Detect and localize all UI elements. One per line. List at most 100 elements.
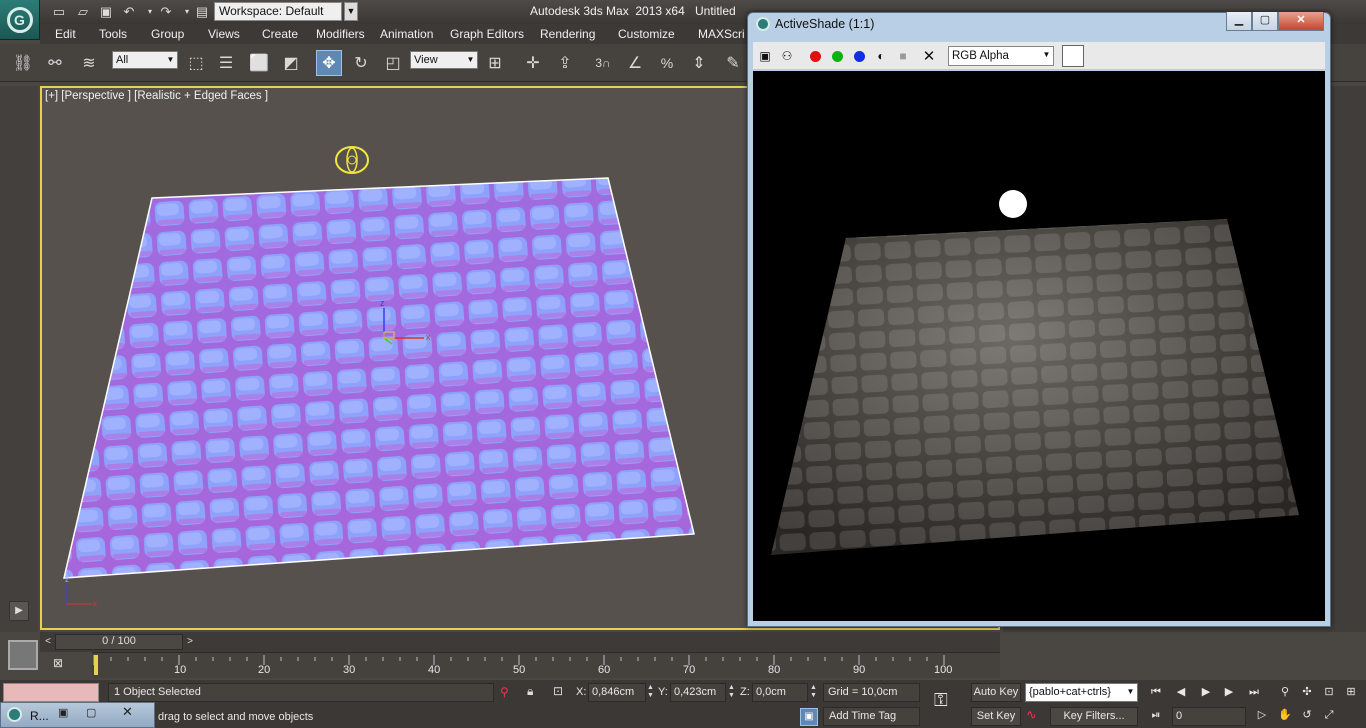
selection-filter-select[interactable]: All ▼ bbox=[112, 51, 178, 69]
x-spinner-icon[interactable]: ▲ ▼ bbox=[647, 684, 655, 701]
rotate-icon[interactable]: ↻ bbox=[348, 50, 374, 76]
light-gizmo[interactable] bbox=[335, 146, 369, 174]
set-key-mode-icon[interactable]: ⚿ bbox=[934, 690, 962, 714]
restore-icon[interactable]: ▣ bbox=[58, 706, 72, 720]
workspace-dropdown-icon[interactable]: ▼ bbox=[344, 2, 358, 21]
adaptive-degradation-icon[interactable]: ▣ bbox=[800, 708, 818, 726]
mini-curve-editor-toggle[interactable] bbox=[8, 640, 38, 670]
green-channel-toggle[interactable] bbox=[828, 47, 846, 65]
reference-coordinate-select[interactable]: View ▼ bbox=[410, 51, 478, 69]
maximize-viewport-icon[interactable]: ⤢ bbox=[1320, 707, 1338, 724]
maximize-icon[interactable]: ▢ bbox=[86, 706, 100, 720]
key-tangent-icon[interactable]: ∿ bbox=[1026, 707, 1048, 726]
lock-selection-icon[interactable]: 🔒︎ bbox=[527, 684, 533, 699]
y-spinner-icon[interactable]: ▲ ▼ bbox=[728, 684, 736, 701]
play-animation-icon[interactable]: ▶ bbox=[1197, 684, 1215, 701]
clear-icon[interactable]: ✕ bbox=[920, 47, 938, 65]
viewport-label[interactable]: [+] [Perspective ] [Realistic + Edged Fa… bbox=[45, 90, 268, 102]
select-object-icon[interactable]: ⬚ bbox=[183, 50, 209, 76]
selection-set-select[interactable]: {pablo+cat+ctrls} ▼ bbox=[1025, 683, 1138, 702]
move-icon[interactable]: ✥ bbox=[316, 50, 342, 76]
menu-create[interactable]: Create bbox=[262, 27, 298, 41]
previous-frame-icon[interactable]: ◀ bbox=[1172, 684, 1190, 701]
close-button[interactable]: ✕ bbox=[1278, 12, 1324, 31]
redo-icon[interactable]: ↷ bbox=[157, 3, 175, 20]
field-of-view-icon[interactable]: ▷ bbox=[1253, 707, 1271, 724]
monochrome-icon[interactable]: ■ bbox=[894, 47, 912, 65]
open-file-icon[interactable]: ▱ bbox=[74, 3, 92, 20]
select-manipulate-icon[interactable]: ✛ bbox=[520, 50, 546, 76]
project-folder-icon[interactable]: ▤ bbox=[193, 3, 211, 20]
menu-views[interactable]: Views bbox=[208, 27, 240, 41]
window-crossing-icon[interactable]: ◩ bbox=[278, 50, 304, 76]
maxscript-listener[interactable] bbox=[3, 683, 99, 702]
key-mode-toggle-icon[interactable]: ⏯ bbox=[1147, 707, 1165, 724]
red-channel-toggle[interactable] bbox=[806, 47, 824, 65]
menu-rendering[interactable]: Rendering bbox=[540, 27, 595, 41]
zoom-icon[interactable]: ⚲ bbox=[1276, 684, 1294, 701]
pan-view-icon[interactable]: ✋ bbox=[1276, 707, 1294, 724]
new-file-icon[interactable]: ▭ bbox=[50, 3, 68, 20]
percent-snap-icon[interactable]: % bbox=[654, 50, 680, 76]
spinner-snap-icon[interactable]: ⇕ bbox=[686, 50, 712, 76]
isolate-selection-icon[interactable]: ⚲ bbox=[500, 685, 509, 699]
add-time-tag[interactable]: Add Time Tag bbox=[823, 707, 920, 726]
menu-animation[interactable]: Animation bbox=[380, 27, 433, 41]
z-spinner-icon[interactable]: ▲ ▼ bbox=[810, 684, 818, 701]
clone-frame-icon[interactable]: ⚇ bbox=[778, 47, 796, 65]
minimize-button[interactable]: ▁ bbox=[1226, 12, 1252, 31]
menu-modifiers[interactable]: Modifiers bbox=[316, 27, 365, 41]
set-key-button[interactable]: Set Key bbox=[971, 707, 1021, 726]
y-coordinate-field[interactable]: 0,423cm bbox=[670, 683, 726, 702]
left-strip bbox=[0, 86, 38, 632]
scale-icon[interactable]: ◰ bbox=[380, 50, 406, 76]
unlink-icon[interactable]: ⚯ bbox=[42, 50, 68, 76]
document-title: Untitled bbox=[695, 4, 736, 18]
prev-frame-arrow-icon[interactable]: < bbox=[41, 634, 55, 650]
save-image-icon[interactable]: ▣ bbox=[756, 47, 774, 65]
key-filters-button[interactable]: Key Filters... bbox=[1050, 707, 1138, 726]
z-coordinate-field[interactable]: 0,0cm bbox=[752, 683, 808, 702]
current-frame-marker[interactable] bbox=[94, 655, 98, 675]
menu-group[interactable]: Group bbox=[151, 27, 184, 41]
display-channel-select[interactable]: RGB Alpha ▼ bbox=[948, 46, 1054, 66]
next-frame-icon[interactable]: ▶ bbox=[1220, 684, 1238, 701]
app-logo-button[interactable]: G bbox=[0, 0, 40, 40]
go-to-end-icon[interactable]: ⏭ bbox=[1245, 684, 1263, 701]
absolute-mode-icon[interactable]: ⊡ bbox=[553, 684, 563, 698]
maximize-button[interactable]: ▢ bbox=[1252, 12, 1278, 31]
menu-graph-editors[interactable]: Graph Editors bbox=[450, 27, 524, 41]
zoom-extents-icon[interactable]: ⊡ bbox=[1320, 684, 1338, 701]
keyboard-shortcut-icon[interactable]: ⇪ bbox=[552, 50, 578, 76]
current-frame-field[interactable]: 0 bbox=[1172, 707, 1246, 726]
link-icon[interactable]: ⛓ bbox=[10, 50, 36, 76]
angle-snap-icon[interactable]: ∠ bbox=[622, 50, 648, 76]
rectangle-region-icon[interactable]: ⬜ bbox=[246, 50, 272, 76]
menu-edit[interactable]: Edit bbox=[55, 27, 76, 41]
next-frame-arrow-icon[interactable]: > bbox=[183, 634, 197, 650]
go-to-start-icon[interactable]: ⏮ bbox=[1147, 684, 1165, 701]
zoom-extents-all-icon[interactable]: ⊞ bbox=[1342, 684, 1360, 701]
zoom-all-icon[interactable]: ✣ bbox=[1298, 684, 1316, 701]
named-selection-icon[interactable]: ✎ bbox=[720, 50, 746, 76]
pivot-icon[interactable]: ⊞ bbox=[482, 50, 508, 76]
bind-space-warp-icon[interactable]: ≋ bbox=[76, 50, 102, 76]
x-coordinate-field[interactable]: 0,846cm bbox=[588, 683, 646, 702]
alpha-channel-icon[interactable]: ◐ bbox=[872, 47, 890, 65]
save-file-icon[interactable]: ▣ bbox=[97, 3, 115, 20]
select-by-name-icon[interactable]: ☰ bbox=[213, 50, 239, 76]
auto-key-button[interactable]: Auto Key bbox=[971, 683, 1021, 702]
color-swatch[interactable] bbox=[1062, 45, 1084, 67]
play-icon[interactable]: ▶ bbox=[9, 601, 29, 621]
track-bar-icon[interactable]: ⊠ bbox=[53, 656, 71, 674]
snap-3d-icon[interactable]: 3 ∩ bbox=[590, 50, 616, 76]
undo-icon[interactable]: ↶ bbox=[120, 3, 138, 20]
menu-maxscript[interactable]: MAXScri bbox=[698, 27, 745, 41]
orbit-icon[interactable]: ↺ bbox=[1298, 707, 1316, 724]
workspace-select[interactable]: Workspace: Default bbox=[214, 2, 342, 21]
menu-tools[interactable]: Tools bbox=[99, 27, 127, 41]
taskbar-app-icon bbox=[7, 707, 22, 722]
blue-channel-toggle[interactable] bbox=[850, 47, 868, 65]
menu-customize[interactable]: Customize bbox=[618, 27, 675, 41]
close-icon[interactable]: ✕ bbox=[122, 704, 136, 719]
